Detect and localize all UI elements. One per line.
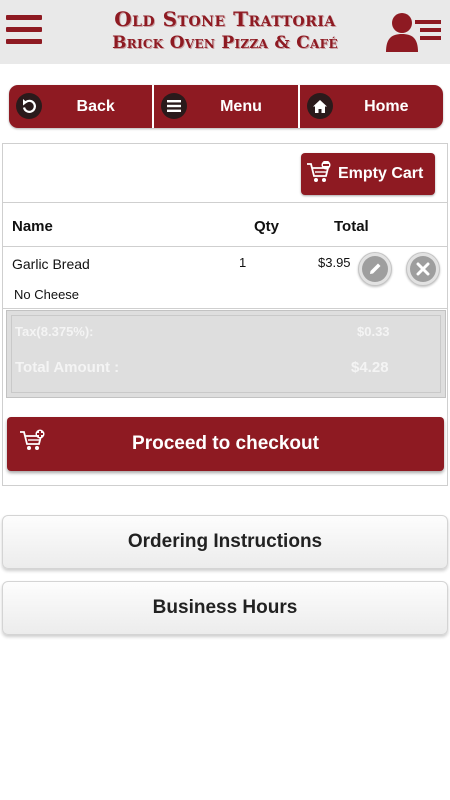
order-summary: Tax(8.375%): $0.33 Total Amount : $4.28 [6,310,446,398]
column-header-name: Name [12,218,53,235]
item-qty: 1 [239,255,247,270]
back-button[interactable]: Back [9,85,152,128]
proceed-to-checkout-button[interactable]: Proceed to checkout [7,417,444,471]
empty-cart-label: Empty Cart [338,165,424,182]
menu-button[interactable]: Menu [152,85,297,128]
tax-label: Tax(8.375%): [15,324,94,339]
ordering-instructions-label: Ordering Instructions [127,531,323,552]
column-header-total: Total [334,218,369,235]
brand-line-2: Brick Oven Pizza & Café [112,33,338,53]
hamburger-menu-icon[interactable] [6,15,42,49]
total-amount-label: Total Amount : [15,359,120,376]
item-name: Garlic Bread [12,256,90,272]
business-hours-button[interactable]: Business Hours [2,581,448,635]
divider [3,246,447,247]
brand-logo: Old Stone Trattoria Brick Oven Pizza & C… [60,6,390,54]
item-note: No Cheese [14,287,80,302]
nav-bar: Back Menu Home [9,85,443,128]
back-arrow-icon [16,93,42,119]
total-amount-value: $4.28 [351,359,389,376]
divider [3,308,447,309]
empty-cart-button[interactable]: Empty Cart [301,153,435,195]
column-header-qty: Qty [254,218,280,235]
item-total: $3.95 [318,255,351,270]
divider [3,202,447,203]
ordering-instructions-button[interactable]: Ordering Instructions [2,515,448,569]
brand-line-1: Old Stone Trattoria [114,7,336,31]
tax-value: $0.33 [357,324,390,339]
user-list-icon[interactable] [384,10,444,54]
close-icon [410,256,436,282]
edit-item-button[interactable] [358,252,392,286]
cart-panel: Empty Cart Name Qty Total Garlic Bread 1… [2,143,448,486]
remove-item-button[interactable] [406,252,440,286]
home-icon [306,93,333,119]
business-hours-label: Business Hours [152,597,298,618]
cart-remove-icon [306,160,332,190]
home-button[interactable]: Home [297,85,443,128]
app-header: Old Stone Trattoria Brick Oven Pizza & C… [0,0,450,64]
checkout-label: Proceed to checkout [132,433,319,454]
cart-add-icon [19,429,47,459]
pencil-icon [362,256,388,282]
